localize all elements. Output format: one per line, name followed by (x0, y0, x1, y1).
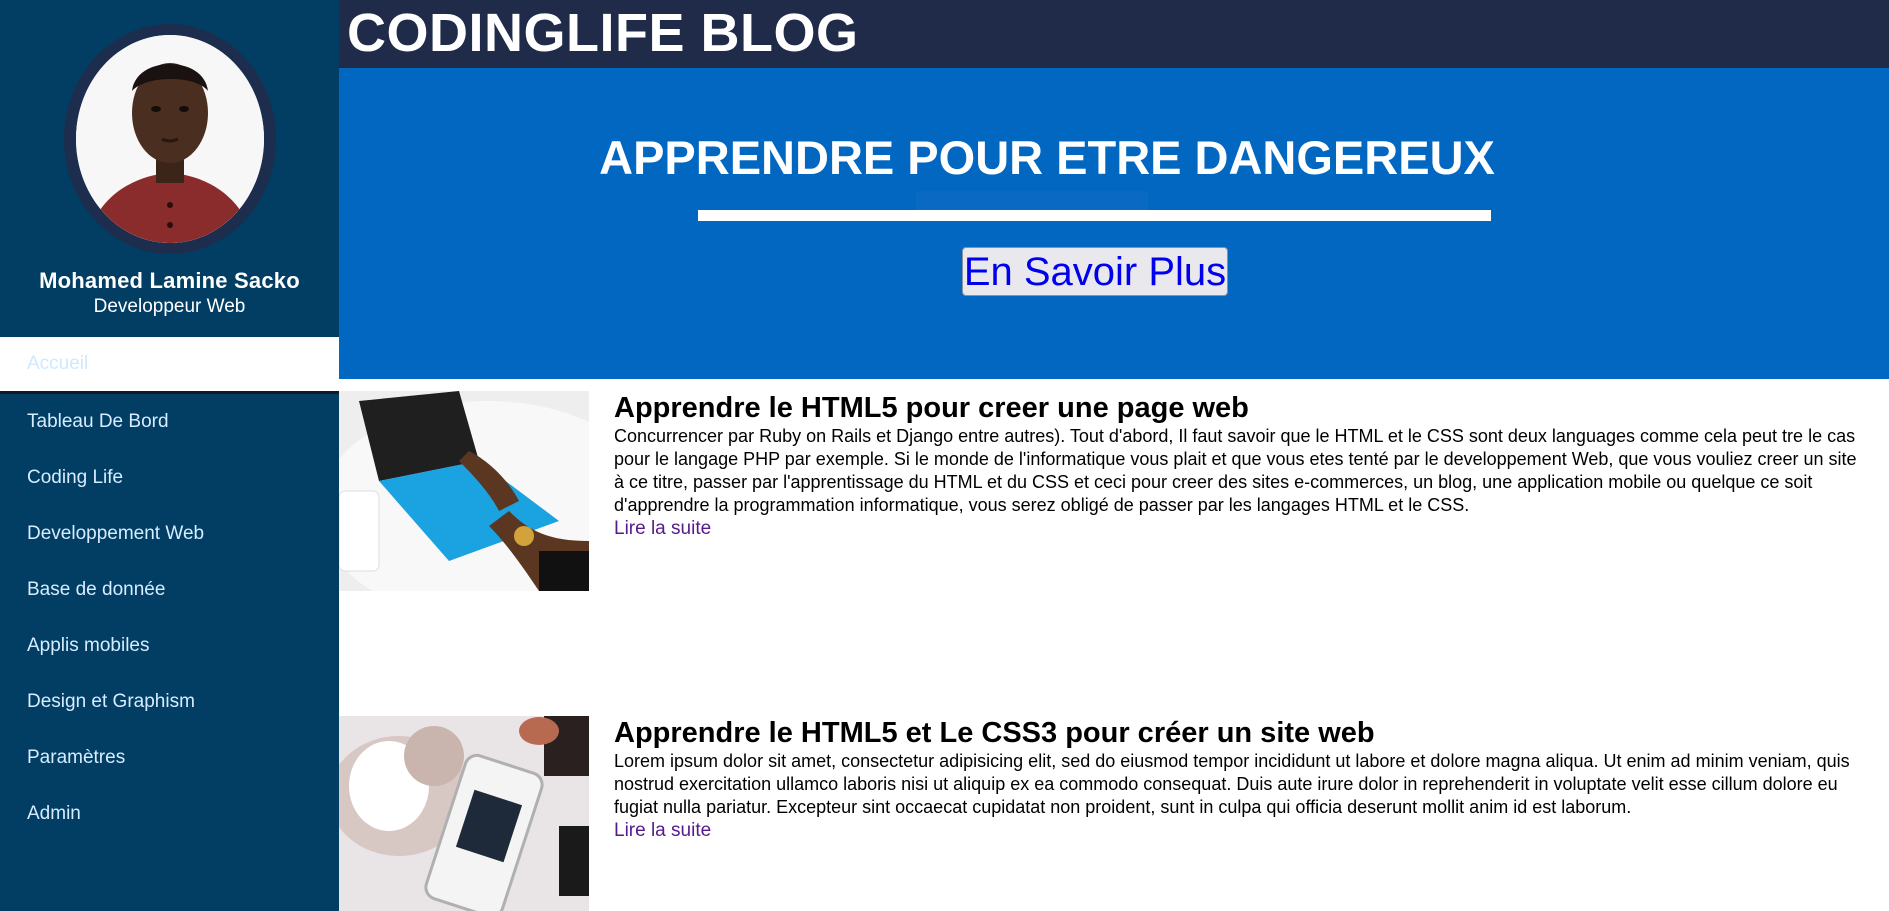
hero-title: APPRENDRE POUR ETRE DANGEREUX (599, 131, 1495, 184)
profile-card: Mohamed Lamine Sacko Developpeur Web (0, 0, 339, 337)
site-title: CODINGLIFE BLOG (347, 3, 859, 63)
article-excerpt: Lorem ipsum dolor sit amet, consectetur … (614, 751, 1850, 817)
sidebar-item-design[interactable]: Design et Graphism (0, 674, 339, 730)
profile-role: Developpeur Web (93, 296, 246, 317)
sidebar-item-applis-mobiles[interactable]: Applis mobiles (0, 618, 339, 674)
sidebar-item-tableau-de-bord[interactable]: Tableau De Bord (0, 394, 339, 450)
article-body: Apprendre le HTML5 pour creer une page w… (614, 391, 1864, 540)
sidebar: Mohamed Lamine Sacko Developpeur Web Acc… (0, 0, 339, 911)
avatar-photo (75, 35, 264, 243)
sidebar-nav: Accueil Tableau De Bord Coding Life Deve… (0, 337, 339, 842)
read-more-link[interactable]: Lire la suite (614, 819, 711, 842)
article-thumbnail (339, 391, 589, 591)
profile-name: Mohamed Lamine Sacko (39, 268, 300, 293)
avatar-frame (63, 24, 276, 254)
laptop-photo (339, 391, 589, 591)
article-title: Apprendre le HTML5 pour creer une page w… (614, 392, 1249, 424)
hero-banner: APPRENDRE POUR ETRE DANGEREUX En Savoir … (339, 68, 1889, 379)
sidebar-item-accueil[interactable]: Accueil (0, 337, 339, 394)
avatar (75, 35, 264, 243)
sidebar-item-developpement-web[interactable]: Developpement Web (0, 506, 339, 562)
article-thumbnail (339, 716, 589, 911)
sidebar-item-coding-life[interactable]: Coding Life (0, 450, 339, 506)
sidebar-item-base-de-donnee[interactable]: Base de donnée (0, 562, 339, 618)
site-header: CODINGLIFE BLOG (339, 0, 1889, 68)
learn-more-button[interactable]: En Savoir Plus (962, 247, 1228, 296)
article-excerpt: Concurrencer par Ruby on Rails et Django… (614, 426, 1857, 515)
article-body: Apprendre le HTML5 et Le CSS3 pour créer… (614, 716, 1864, 842)
phone-headphones-photo (339, 716, 589, 911)
hero-divider (698, 210, 1491, 221)
article-title: Apprendre le HTML5 et Le CSS3 pour créer… (614, 717, 1375, 749)
sidebar-item-admin[interactable]: Admin (0, 786, 339, 842)
sidebar-item-parametres[interactable]: Paramètres (0, 730, 339, 786)
read-more-link[interactable]: Lire la suite (614, 517, 711, 540)
